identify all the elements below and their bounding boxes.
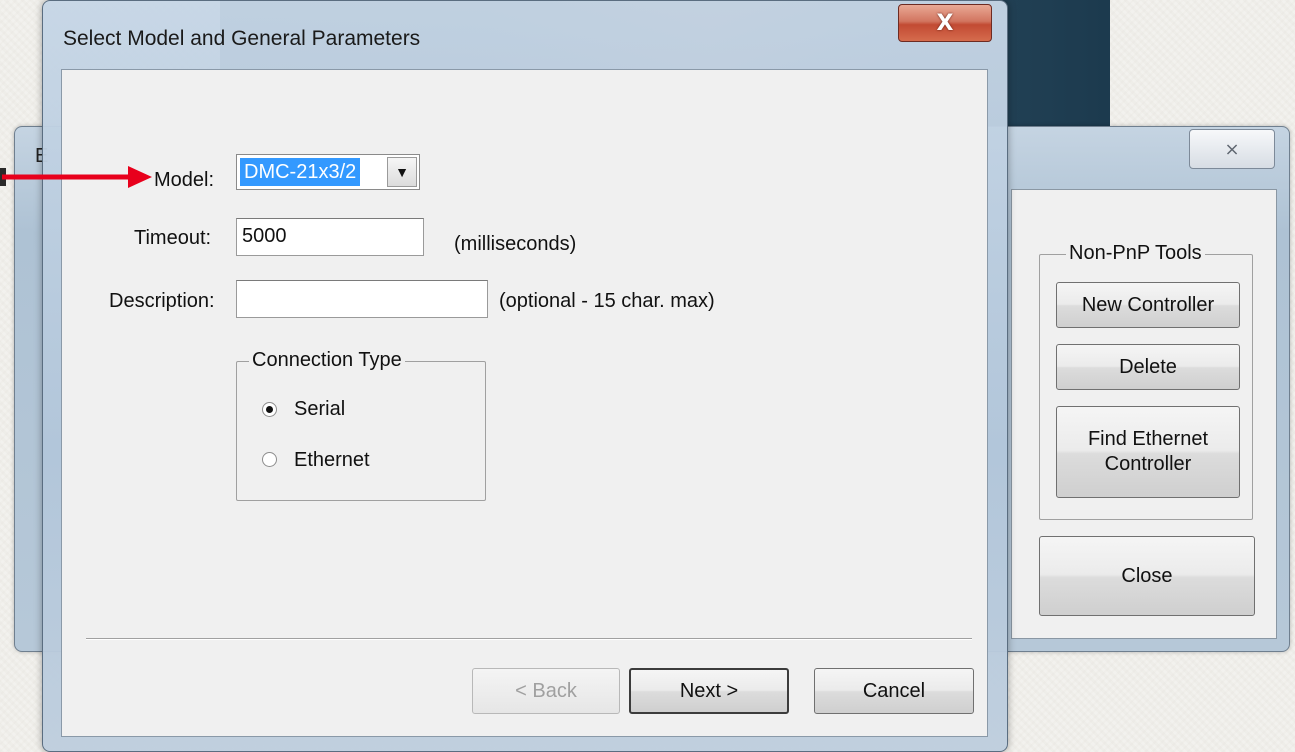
close-icon: ⨯: [1224, 138, 1240, 159]
model-selected-value: DMC-21x3/2: [240, 158, 361, 186]
back-button[interactable]: < Back: [472, 668, 620, 714]
chevron-down-icon[interactable]: ▼: [387, 157, 417, 187]
find-ethernet-controller-button[interactable]: Find Ethernet Controller: [1056, 406, 1240, 498]
annotation-arrow-icon: [0, 166, 152, 188]
description-label: Description:: [109, 290, 215, 312]
connection-type-group: Connection Type: [236, 349, 486, 501]
timeout-label: Timeout:: [134, 227, 212, 249]
next-button[interactable]: Next >: [629, 668, 789, 714]
connection-type-title: Connection Type: [249, 349, 405, 372]
radio-selected-dot: [266, 406, 273, 413]
select-model-dialog: Select Model and General Parameters X Mo…: [42, 0, 1008, 752]
model-label: Model:: [154, 169, 215, 191]
dialog-close-button[interactable]: X: [898, 4, 992, 42]
back-window-close-button[interactable]: ⨯: [1189, 129, 1275, 169]
delete-button[interactable]: Delete: [1056, 344, 1240, 390]
timeout-input[interactable]: 5000: [236, 218, 424, 256]
new-controller-button[interactable]: New Controller: [1056, 282, 1240, 328]
back-window-client: Non-PnP Tools New Controller Delete Find…: [1011, 189, 1277, 639]
arrow-head: [128, 166, 152, 188]
cancel-button[interactable]: Cancel: [814, 668, 974, 714]
serial-radio[interactable]: [262, 402, 277, 417]
description-input[interactable]: [236, 280, 488, 318]
close-icon: X: [936, 10, 954, 36]
timeout-hint: (milliseconds): [454, 233, 577, 255]
dialog-client-area: Model: DMC-21x3/2 ▼ Timeout: 5000 (milli…: [61, 69, 988, 737]
description-hint: (optional - 15 char. max): [499, 290, 715, 312]
close-button[interactable]: Close: [1039, 536, 1255, 616]
non-pnp-tools-title: Non-PnP Tools: [1066, 242, 1205, 265]
serial-radio-label[interactable]: Serial: [294, 398, 345, 421]
model-dropdown[interactable]: DMC-21x3/2 ▼: [236, 154, 420, 190]
ethernet-radio[interactable]: [262, 452, 277, 467]
ethernet-radio-label[interactable]: Ethernet: [294, 449, 370, 472]
footer-divider: [86, 638, 972, 640]
